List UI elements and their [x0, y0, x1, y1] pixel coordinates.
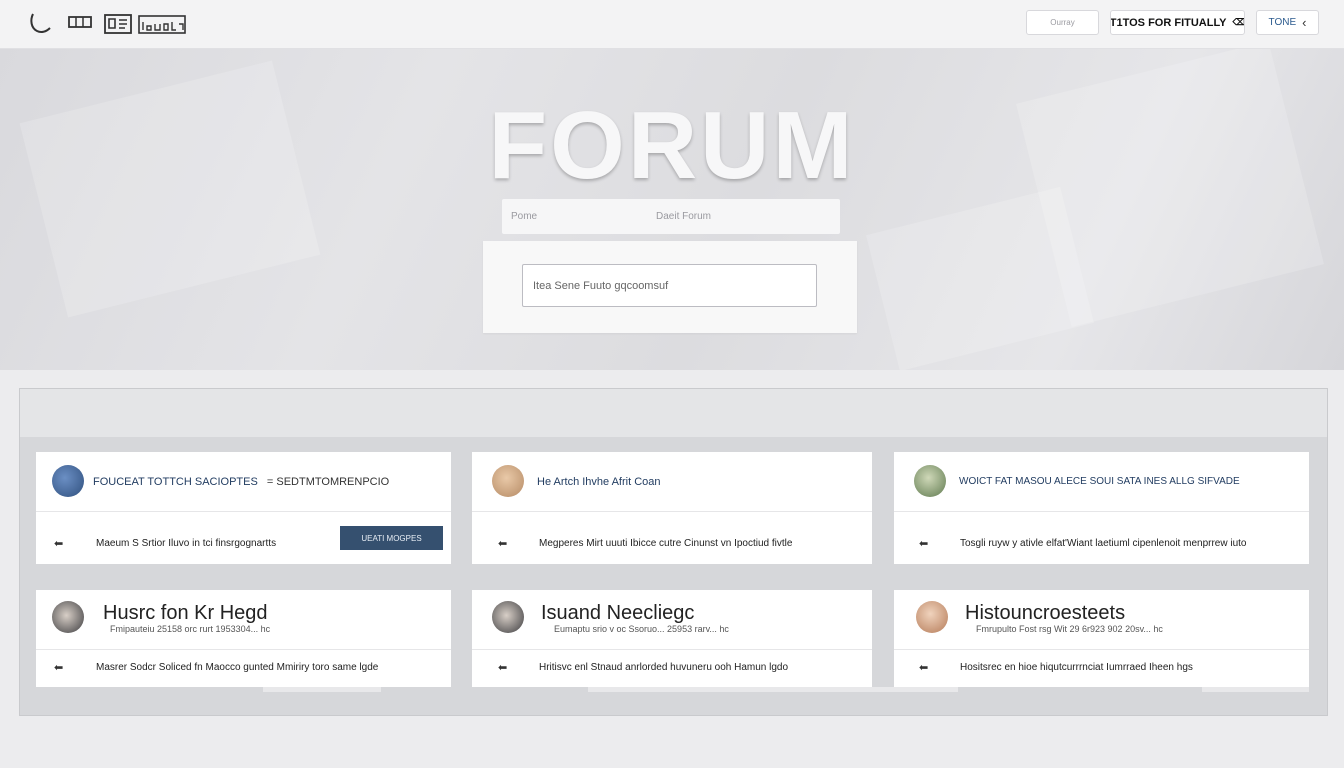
post-header: FOUCEAT TOTTCH SACIOPTES = SEDTMTOMRENPC…	[36, 452, 451, 512]
document-icon[interactable]	[104, 14, 132, 34]
reply-icon[interactable]: ⬅	[54, 661, 63, 674]
search-panel: Itea Sene Fuuto gqcoomsuf	[483, 241, 857, 333]
avatar	[492, 465, 524, 497]
post-header: Isuand Neecliegc Eumaptu srio v oc Ssoru…	[472, 590, 872, 650]
post-card[interactable]: Isuand Neecliegc Eumaptu srio v oc Ssoru…	[472, 590, 872, 687]
forum-select-value: Daeit Forum	[656, 211, 712, 222]
post-list-panel: FOUCEAT TOTTCH SACIOPTES = SEDTMTOMRENPC…	[19, 388, 1328, 716]
tone-button[interactable]: TONE ‹	[1256, 10, 1319, 35]
filter-button-label: T1TOS FOR FITUALLY	[1110, 16, 1227, 29]
avatar	[52, 601, 84, 633]
post-title[interactable]: WOICT FAT MASOU ALECE SOUI SATA INES ALL…	[959, 476, 1240, 487]
avatar	[914, 465, 946, 497]
post-header: He Artch Ihvhe Afrit Coan	[472, 452, 872, 512]
filter-button[interactable]: T1TOS FOR FITUALLY ⌫	[1110, 10, 1245, 35]
post-title-text: FOUCEAT TOTTCH SACIOPTES	[93, 476, 258, 488]
search-input[interactable]: Itea Sene Fuuto gqcoomsuf	[522, 264, 817, 307]
tone-button-label: TONE	[1268, 17, 1297, 28]
page-title: FORUM	[488, 92, 856, 199]
top-bar: Ourray T1TOS FOR FITUALLY ⌫ TONE ‹	[0, 0, 1344, 49]
post-meta: Fmipauteiu 25158 orc rurt 1953304... hc	[110, 624, 271, 634]
post-reply: ⬅ Masrer Sodcr Soliced fn Maocco gunted …	[36, 650, 451, 687]
scroll-strip	[263, 687, 381, 692]
post-header: WOICT FAT MASOU ALECE SOUI SATA INES ALL…	[894, 452, 1309, 512]
reply-icon[interactable]: ⬅	[498, 661, 507, 674]
avatar	[52, 465, 84, 497]
avatar	[492, 601, 524, 633]
reply-text: Masrer Sodcr Soliced fn Maocco gunted Mm…	[96, 662, 379, 673]
reply-icon[interactable]: ⬅	[919, 537, 928, 550]
post-card[interactable]: Histouncroesteets Fmrupulto Fost rsg Wit…	[894, 590, 1309, 687]
window-icon[interactable]	[138, 14, 186, 34]
query-button-label: Ourray	[1050, 18, 1075, 27]
panel-header-band	[20, 389, 1327, 437]
post-title[interactable]: Isuand Neecliegc	[541, 602, 694, 625]
reply-icon[interactable]: ⬅	[919, 661, 928, 674]
hero-banner: FORUM Pome Daeit Forum Itea Sene Fuuto g…	[0, 49, 1344, 370]
post-header: Husrc fon Kr Hegd Fmipauteiu 25158 orc r…	[36, 590, 451, 650]
post-card[interactable]: Husrc fon Kr Hegd Fmipauteiu 25158 orc r…	[36, 590, 451, 687]
post-title-suffix: = SEDTMTOMRENPCIO	[266, 476, 390, 488]
post-title[interactable]: He Artch Ihvhe Afrit Coan	[537, 476, 661, 488]
search-placeholder: Itea Sene Fuuto gqcoomsuf	[533, 279, 669, 292]
scroll-strip	[1202, 687, 1309, 692]
post-meta: Fmrupulto Fost rsg Wit 29 6r923 902 20sv…	[976, 624, 1163, 634]
reply-text: Maeum S Srtior Iluvo in tci finsrgognart…	[96, 538, 277, 549]
query-button[interactable]: Ourray	[1026, 10, 1099, 35]
post-reply: ⬅ Maeum S Srtior Iluvo in tci finsrgogna…	[36, 526, 451, 564]
clear-icon: ⌫	[1232, 17, 1245, 27]
hero-bg-tile	[866, 186, 1094, 370]
view-messages-button[interactable]: UEATI MOGPES	[340, 526, 443, 550]
reply-icon[interactable]: ⬅	[498, 537, 507, 550]
post-reply: ⬅ Hositsrec en hioe hiqutcurrrnciat Iumr…	[894, 650, 1309, 687]
post-meta: Eumaptu srio v oc Ssoruo... 25953 rarv..…	[554, 624, 729, 634]
post-card[interactable]: FOUCEAT TOTTCH SACIOPTES = SEDTMTOMRENPC…	[36, 452, 451, 564]
reply-icon[interactable]: ⬅	[54, 537, 63, 550]
post-title[interactable]: FOUCEAT TOTTCH SACIOPTES = SEDTMTOMRENPC…	[93, 476, 389, 488]
post-card[interactable]: WOICT FAT MASOU ALECE SOUI SATA INES ALL…	[894, 452, 1309, 564]
post-header: Histouncroesteets Fmrupulto Fost rsg Wit…	[894, 590, 1309, 650]
scroll-strip	[588, 687, 958, 692]
reply-text: Hritisvc enl Stnaud anrlorded huvuneru o…	[539, 662, 789, 673]
post-card[interactable]: He Artch Ihvhe Afrit Coan ⬅ Megperes Mir…	[472, 452, 872, 564]
swoosh-icon[interactable]	[28, 12, 52, 34]
reply-text: Tosgli ruyw y ativle elfat'Wiant laetium…	[960, 538, 1247, 549]
post-title[interactable]: Histouncroesteets	[965, 602, 1125, 625]
chevron-left-icon: ‹	[1302, 15, 1307, 30]
post-reply: ⬅ Hritisvc enl Stnaud anrlorded huvuneru…	[472, 650, 872, 687]
reply-text: Megperes Mirt uuuti Ibicce cutre Cinunst…	[539, 538, 793, 549]
post-title[interactable]: Husrc fon Kr Hegd	[103, 602, 268, 625]
forum-select-label: Pome	[511, 211, 538, 222]
reply-text: Hositsrec en hioe hiqutcurrrnciat Iumrra…	[960, 662, 1193, 673]
grid-icon[interactable]	[68, 15, 92, 29]
post-reply: ⬅ Tosgli ruyw y ativle elfat'Wiant laeti…	[894, 526, 1309, 564]
forum-select-field[interactable]: Pome Daeit Forum	[502, 199, 840, 234]
post-reply: ⬅ Megperes Mirt uuuti Ibicce cutre Cinun…	[472, 526, 872, 564]
avatar	[916, 601, 948, 633]
